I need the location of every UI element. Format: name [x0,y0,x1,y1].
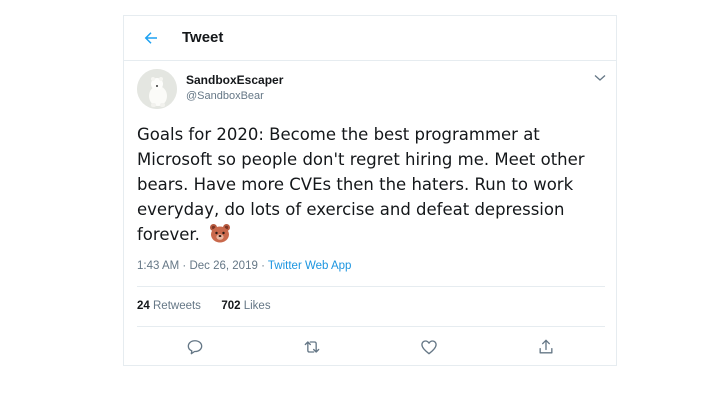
tweet-actions [124,335,616,359]
bear-face-emoji-icon [210,224,231,243]
retweets-stat[interactable]: 24 Retweets [137,300,204,312]
likes-label: Likes [243,300,271,312]
likes-stat[interactable]: 702 Likes [221,300,270,312]
divider-bottom [137,326,605,327]
retweets-label: Retweets [153,300,201,312]
back-arrow-icon[interactable] [142,29,160,47]
tweet-body: Goals for 2020: Become the best programm… [137,122,605,247]
meta-separator: · [182,260,187,272]
author-handle[interactable]: @SandboxBear [186,90,264,102]
share-icon[interactable] [536,337,556,357]
avatar[interactable] [137,69,177,109]
reply-icon[interactable] [185,337,205,357]
tweet-time: 1:43 AM [137,260,180,272]
divider-top [137,286,605,287]
meta-separator-2: · [261,260,265,272]
tweet-card: Tweet SandboxEscaper @SandboxBear Goals … [123,15,617,366]
chevron-down-icon[interactable] [594,74,606,82]
tweet-stats: 24 Retweets 702 Likes [137,300,271,312]
likes-count: 702 [221,300,241,312]
retweet-icon[interactable] [302,337,322,357]
page-title: Tweet [182,29,224,46]
polar-bear-avatar-icon [137,69,177,109]
tweet-meta: 1:43 AM · Dec 26, 2019 · Twitter Web App [137,260,351,272]
tweet-date[interactable]: Dec 26, 2019 [189,260,257,272]
retweets-count: 24 [137,300,150,312]
tweet-text: Goals for 2020: Become the best programm… [137,125,585,244]
author-display-name[interactable]: SandboxEscaper [186,73,283,87]
like-icon[interactable] [419,337,439,357]
tweet-header: Tweet [124,16,616,61]
tweet-source-link[interactable]: Twitter Web App [268,260,352,272]
